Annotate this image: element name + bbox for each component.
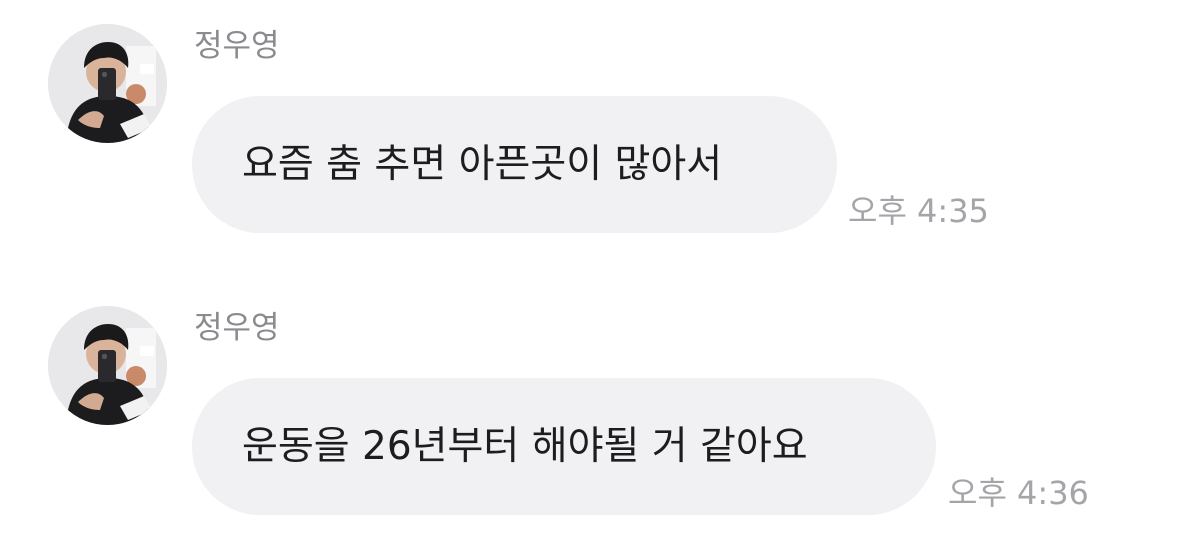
profile-photo-icon (48, 306, 167, 425)
profile-photo-icon (48, 24, 167, 143)
message-timestamp: 오후 4:35 (848, 192, 989, 230)
avatar[interactable] (48, 306, 167, 425)
chat-message: 정우영 운동을 26년부터 해야될 거 같아요 오후 4:36 (0, 282, 1179, 522)
avatar[interactable] (48, 24, 167, 143)
message-text: 운동을 26년부터 해야될 거 같아요 (242, 423, 808, 469)
message-text: 요즘 춤 추면 아픈곳이 많아서 (242, 141, 723, 187)
message-bubble[interactable]: 요즘 춤 추면 아픈곳이 많아서 (192, 96, 837, 233)
sender-name: 정우영 (194, 310, 280, 346)
chat-message: 정우영 요즘 춤 추면 아픈곳이 많아서 오후 4:35 (0, 0, 1179, 240)
message-bubble[interactable]: 운동을 26년부터 해야될 거 같아요 (192, 378, 936, 515)
sender-name: 정우영 (194, 28, 280, 64)
message-timestamp: 오후 4:36 (948, 474, 1089, 512)
